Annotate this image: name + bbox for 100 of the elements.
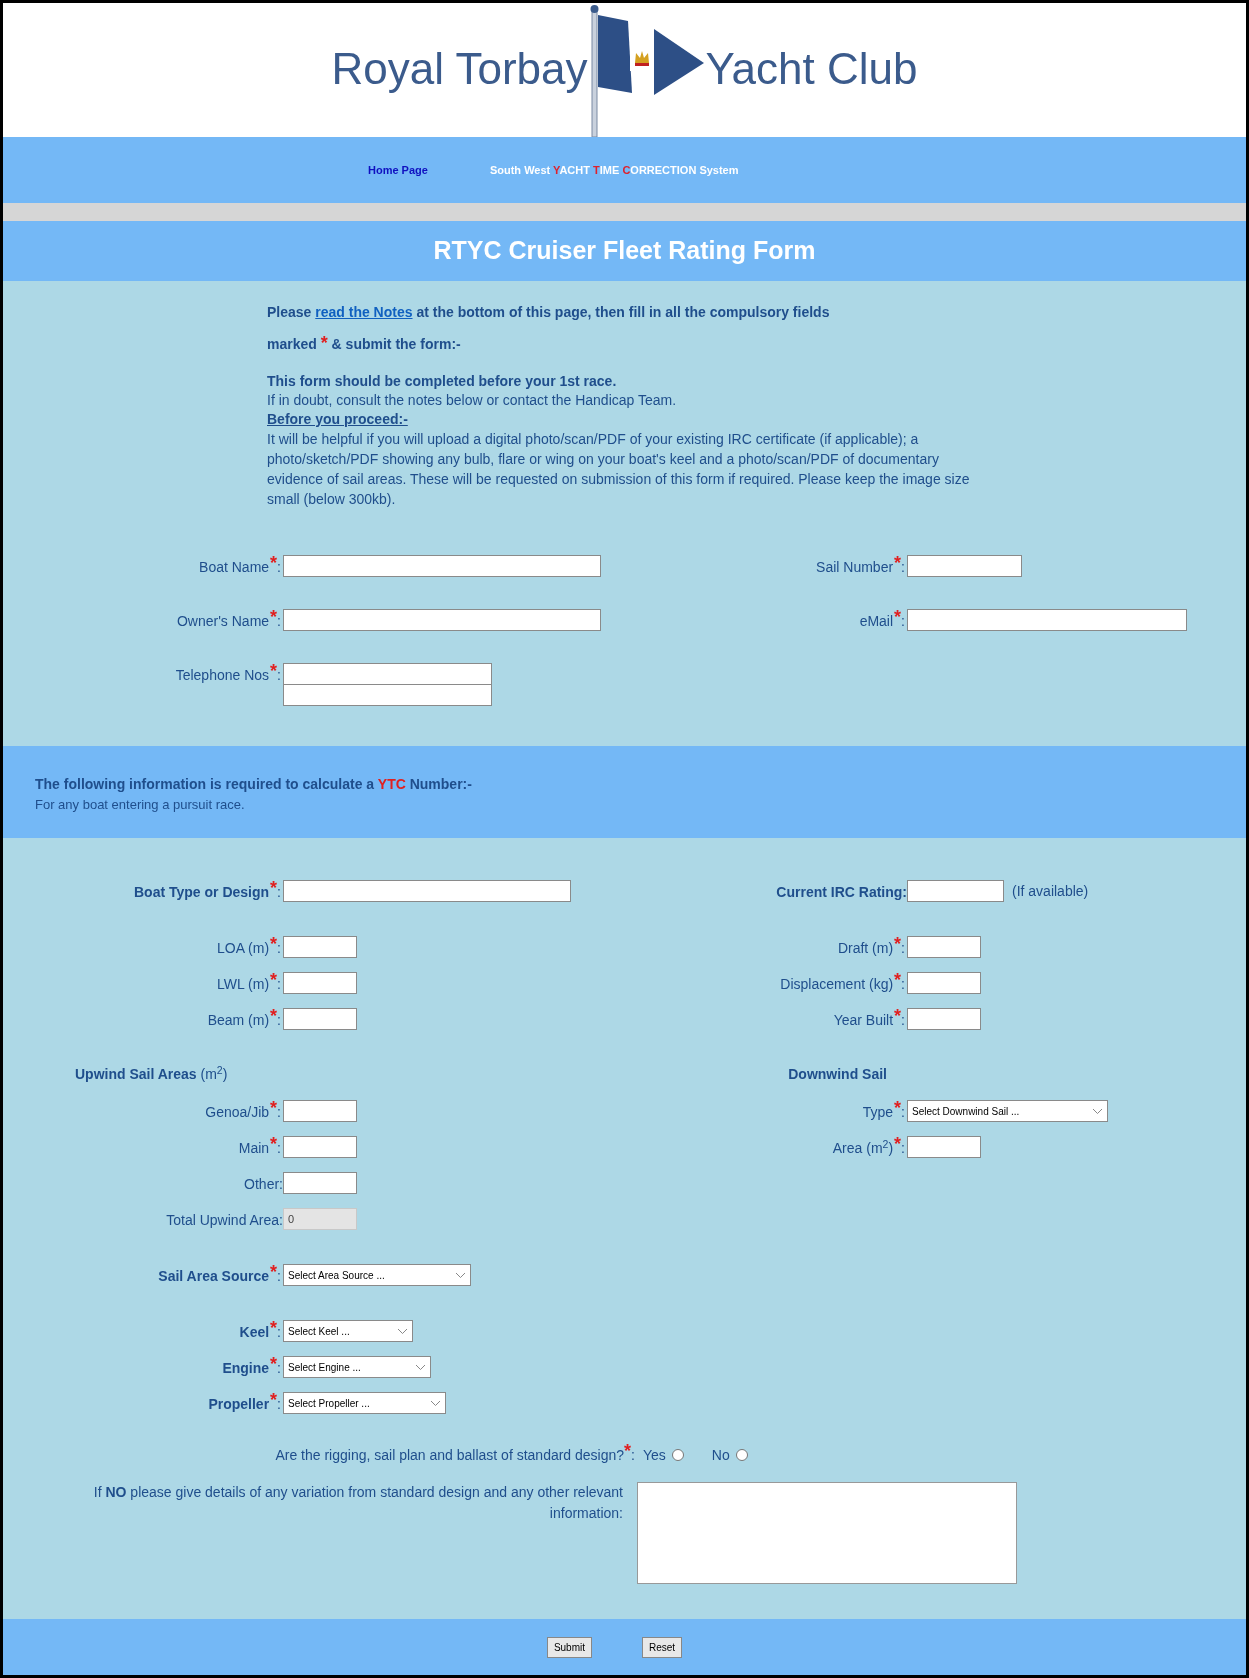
- chevron-down-icon: [455, 1271, 466, 1279]
- text-field[interactable]: [283, 1172, 357, 1194]
- form-button[interactable]: Reset: [642, 1636, 683, 1658]
- required-mark: *: [270, 557, 278, 569]
- field-label: Beam (m): [207, 1011, 270, 1030]
- select-field[interactable]: Select Propeller ...: [283, 1392, 446, 1414]
- radio-button[interactable]: [735, 1449, 748, 1461]
- field-label: Type: [862, 1103, 894, 1122]
- band-heading: The following information is required to calculate a YTC Number:-: [35, 775, 473, 794]
- details-label: If NO please give details of any variation from standard design and any other relevant information:: [92, 1483, 623, 1523]
- chevron-down-icon: [397, 1327, 408, 1335]
- required-mark: *: [270, 1394, 278, 1406]
- label-colon: :: [277, 1011, 281, 1030]
- required-mark: *: [270, 1322, 278, 1334]
- text-field[interactable]: [283, 684, 492, 706]
- intro-paragraph: It will be helpful if you will upload a digital photo/scan/PDF of your existing IRC certificate (if applicable); a photo/sketch/PDF showing any bulb, flare or wing on your boat's keel and a photo/scan/PDF of documentary evidence of sail areas. These will be requested on submission of this form if required. Please keep the image size small (below 300kb).: [267, 430, 971, 509]
- text-field[interactable]: [283, 663, 492, 685]
- label-colon: :: [901, 612, 905, 631]
- field-label: Telephone Nos: [175, 666, 270, 685]
- required-mark: *: [270, 665, 278, 677]
- text-field[interactable]: [283, 880, 571, 902]
- question-label: Are the rigging, sail plan and ballast of standard design?: [275, 1446, 625, 1465]
- required-mark: *: [624, 1444, 632, 1463]
- required-mark: *: [270, 938, 278, 950]
- form-title: RTYC Cruiser Fleet Rating Form: [433, 235, 816, 267]
- label-colon: :: [277, 666, 281, 685]
- intro-subheading: Before you proceed:-: [267, 410, 409, 429]
- radio-button[interactable]: [671, 1449, 684, 1461]
- required-mark: *: [270, 1138, 278, 1150]
- select-value: Select Propeller ...: [288, 1396, 370, 1411]
- radio-label: Yes: [643, 1445, 666, 1465]
- field-label: Keel: [239, 1323, 270, 1342]
- label-colon: :: [277, 1139, 281, 1158]
- required-mark: *: [270, 1102, 278, 1114]
- home-link[interactable]: Home Page: [368, 161, 428, 179]
- select-field[interactable]: Select Keel ...: [283, 1320, 413, 1342]
- text-field[interactable]: [283, 1100, 357, 1122]
- label-colon: :: [277, 558, 281, 577]
- field-label: Area (m$^{2}$): [832, 1138, 894, 1158]
- required-mark: *: [270, 1358, 278, 1370]
- site-title: Royal Torbay: [331, 47, 588, 91]
- field-label: Propeller: [208, 1395, 270, 1414]
- required-mark: *: [270, 882, 278, 894]
- required-mark: *: [894, 938, 902, 950]
- select-value: Select Engine ...: [288, 1360, 361, 1375]
- text-field[interactable]: [907, 972, 981, 994]
- required-mark: *: [270, 1266, 278, 1278]
- select-field[interactable]: Select Engine ...: [283, 1356, 431, 1378]
- text-field[interactable]: [907, 609, 1187, 631]
- field-label: Total Upwind Area:: [166, 1211, 283, 1230]
- required-mark: *: [894, 611, 902, 623]
- text-field[interactable]: [283, 555, 601, 577]
- required-mark: *: [894, 557, 902, 569]
- chevron-down-icon: [1092, 1107, 1103, 1115]
- select-value: Select Keel ...: [288, 1324, 350, 1339]
- select-field[interactable]: Select Area Source ...: [283, 1264, 471, 1286]
- label-colon: :: [277, 883, 281, 902]
- field-label: Sail Area Source: [158, 1267, 270, 1286]
- label-colon: :: [277, 1267, 281, 1286]
- field-label: Draft (m): [837, 939, 894, 958]
- label-colon: :: [277, 1103, 281, 1122]
- required-mark: *: [894, 974, 902, 986]
- field-note: (If available): [1012, 881, 1089, 901]
- form-button[interactable]: Submit: [546, 1636, 592, 1658]
- details-textarea[interactable]: [637, 1482, 1017, 1584]
- radio-label: No: [711, 1445, 730, 1465]
- label-colon: :: [901, 939, 905, 958]
- text-field[interactable]: [283, 936, 357, 958]
- label-colon: :: [901, 1103, 905, 1122]
- label-colon: :: [631, 1445, 635, 1465]
- label-colon: :: [901, 1011, 905, 1030]
- text-field[interactable]: [283, 609, 601, 631]
- field-label: Boat Type or Design: [134, 883, 270, 902]
- label-colon: :: [277, 1395, 281, 1414]
- field-label: LWL (m): [217, 975, 270, 994]
- intro-line: If in doubt, consult the notes below or contact the Handicap Team.: [267, 391, 678, 410]
- notes-link[interactable]: read the Notes: [315, 304, 413, 320]
- label-colon: :: [901, 975, 905, 994]
- text-field[interactable]: [907, 936, 981, 958]
- field-label: Genoa/Jib: [205, 1103, 270, 1122]
- text-field[interactable]: [283, 1008, 357, 1030]
- select-field[interactable]: Select Downwind Sail ...: [907, 1100, 1108, 1122]
- field-label: Current IRC Rating:: [776, 883, 907, 902]
- text-field[interactable]: [907, 555, 1022, 577]
- text-field[interactable]: [283, 972, 357, 994]
- text-field[interactable]: [907, 1136, 981, 1158]
- band-subtext: For any boat entering a pursuit race.: [35, 796, 246, 814]
- required-mark: *: [894, 1138, 902, 1150]
- site-title: Yacht Club: [705, 47, 918, 91]
- text-field[interactable]: [907, 1008, 981, 1030]
- text-field[interactable]: [283, 1136, 357, 1158]
- field-label: Year Built: [833, 1011, 894, 1030]
- intro-text: Please read the Notes at the bottom of this page, then fill in all the compulsory fields marked * & submit the form:-: [267, 303, 831, 355]
- chevron-down-icon: [430, 1399, 441, 1407]
- field-label: LOA (m): [216, 939, 270, 958]
- required-mark: *: [894, 1010, 902, 1022]
- label-colon: :: [277, 939, 281, 958]
- label-colon: :: [277, 612, 281, 631]
- select-value: Select Area Source ...: [288, 1268, 385, 1283]
- text-field[interactable]: [907, 880, 1004, 902]
